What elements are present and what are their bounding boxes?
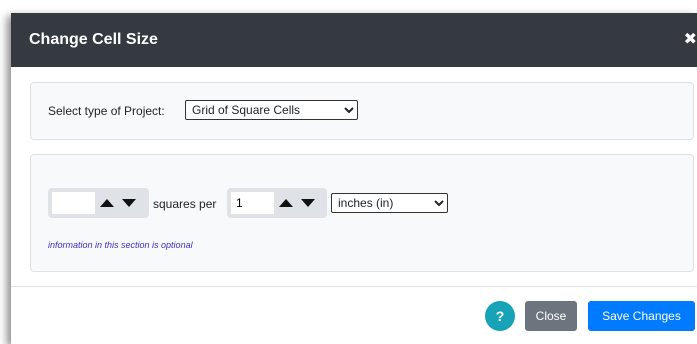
square-count-input[interactable] bbox=[52, 192, 95, 214]
project-type-label: Select type of Project: bbox=[48, 104, 165, 118]
help-button[interactable]: ? bbox=[485, 301, 515, 331]
squares-per-label: squares per bbox=[153, 197, 217, 211]
dialog-header: Change Cell Size ✖ bbox=[11, 13, 697, 67]
square-count-up-button[interactable] bbox=[98, 191, 116, 215]
optional-note: information in this section is optional bbox=[48, 240, 193, 250]
square-count-down-button[interactable] bbox=[120, 191, 138, 215]
per-length-input[interactable] bbox=[231, 192, 274, 214]
triangle-up-icon bbox=[279, 199, 293, 207]
change-cell-size-dialog: Change Cell Size ✖ Select type of Projec… bbox=[11, 13, 697, 344]
cell-size-section: squares per inches (in) information in t… bbox=[30, 154, 694, 272]
triangle-down-icon bbox=[301, 199, 315, 207]
triangle-down-icon bbox=[122, 199, 136, 207]
unit-select[interactable]: inches (in) bbox=[331, 193, 448, 213]
dialog-title: Change Cell Size bbox=[29, 31, 158, 48]
close-button[interactable]: Close bbox=[525, 301, 577, 331]
close-icon[interactable]: ✖ bbox=[679, 13, 697, 67]
save-changes-button[interactable]: Save Changes bbox=[588, 301, 695, 331]
square-count-stepper bbox=[48, 188, 149, 218]
per-length-down-button[interactable] bbox=[299, 191, 317, 215]
footer-divider bbox=[11, 286, 697, 287]
project-type-section: Select type of Project: Grid of Square C… bbox=[30, 82, 694, 140]
project-type-select[interactable]: Grid of Square Cells bbox=[185, 100, 358, 120]
triangle-up-icon bbox=[100, 199, 114, 207]
per-length-up-button[interactable] bbox=[277, 191, 295, 215]
per-length-stepper bbox=[227, 188, 327, 218]
